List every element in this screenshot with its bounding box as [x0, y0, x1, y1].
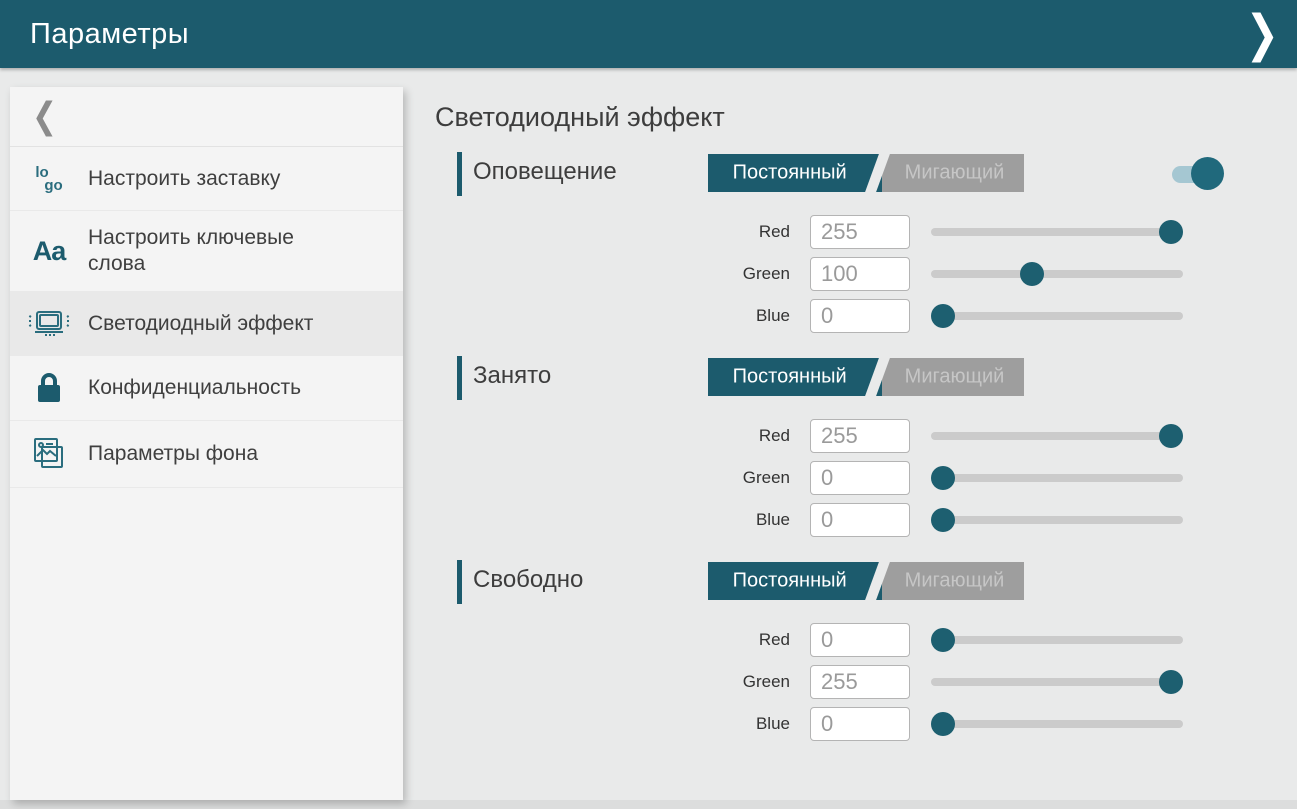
section-accent-bar — [457, 560, 462, 604]
slider-track — [931, 720, 1183, 728]
channel-label: Red — [435, 426, 790, 446]
blue-value-input[interactable] — [810, 503, 910, 537]
slider-thumb[interactable] — [931, 466, 955, 490]
rgb-row-blue: Blue — [435, 703, 1297, 745]
slider-track — [931, 228, 1183, 236]
sidebar-item-label: Настроить заставку — [88, 166, 288, 192]
mode-segmented-control: Мигающий Постоянный — [708, 154, 1024, 192]
sidebar-item-led-effect[interactable]: Светодиодный эффект — [10, 292, 403, 356]
section-busy: Занято Мигающий Постоянный Red Green — [435, 355, 1297, 541]
notification-led-toggle[interactable] — [1172, 156, 1228, 192]
mode-option-constant[interactable]: Постоянный — [708, 562, 882, 600]
slider-track — [931, 312, 1183, 320]
green-value-input[interactable] — [810, 461, 910, 495]
mode-segmented-control: Мигающий Постоянный — [708, 562, 1024, 600]
slider-thumb[interactable] — [931, 304, 955, 328]
section-label: Оповещение — [473, 158, 617, 186]
section-accent-bar — [457, 356, 462, 400]
green-value-input[interactable] — [810, 665, 910, 699]
green-slider[interactable] — [931, 463, 1183, 493]
keywords-icon: Aa — [10, 236, 88, 267]
lock-icon — [10, 370, 88, 406]
slider-track — [931, 636, 1183, 644]
rgb-row-blue: Blue — [435, 295, 1297, 337]
channel-label: Green — [435, 264, 790, 284]
channel-label: Red — [435, 222, 790, 242]
slider-thumb[interactable] — [1020, 262, 1044, 286]
channel-label: Green — [435, 468, 790, 488]
green-slider[interactable] — [931, 667, 1183, 697]
green-value-input[interactable] — [810, 257, 910, 291]
toggle-thumb — [1191, 157, 1224, 190]
channel-label: Blue — [435, 306, 790, 326]
blue-slider[interactable] — [931, 709, 1183, 739]
sidebar: ❮ lo go Настроить заставку Aa Настроить … — [10, 87, 403, 800]
rgb-row-green: Green — [435, 661, 1297, 703]
rgb-row-blue: Blue — [435, 499, 1297, 541]
red-slider[interactable] — [931, 421, 1183, 451]
channel-label: Blue — [435, 510, 790, 530]
rgb-row-red: Red — [435, 415, 1297, 457]
section-notification: Оповещение Мигающий Постоянный Red Green — [435, 151, 1297, 337]
slider-thumb[interactable] — [1159, 670, 1183, 694]
slider-thumb[interactable] — [931, 628, 955, 652]
blue-value-input[interactable] — [810, 299, 910, 333]
red-value-input[interactable] — [810, 419, 910, 453]
slider-track — [931, 270, 1183, 278]
sidebar-item-label: Светодиодный эффект — [88, 311, 321, 337]
red-value-input[interactable] — [810, 623, 910, 657]
section-free: Свободно Мигающий Постоянный Red Green — [435, 559, 1297, 745]
sidebar-item-privacy[interactable]: Конфиденциальность — [10, 356, 403, 421]
background-images-icon — [10, 435, 88, 473]
led-screen-icon — [10, 307, 88, 341]
sidebar-item-keywords[interactable]: Aa Настроить ключевые слова — [10, 211, 403, 292]
rgb-row-red: Red — [435, 211, 1297, 253]
bottom-edge-shadow — [0, 800, 1297, 809]
channel-label: Green — [435, 672, 790, 692]
blue-value-input[interactable] — [810, 707, 910, 741]
red-value-input[interactable] — [810, 215, 910, 249]
main-panel: Светодиодный эффект Оповещение Мигающий … — [435, 68, 1297, 800]
slider-thumb[interactable] — [1159, 424, 1183, 448]
sidebar-collapse-button[interactable]: ❮ — [10, 87, 403, 147]
slider-track — [931, 432, 1183, 440]
logo-icon: lo go — [10, 166, 88, 192]
rgb-row-green: Green — [435, 457, 1297, 499]
red-slider[interactable] — [931, 217, 1183, 247]
sidebar-item-screensaver[interactable]: lo go Настроить заставку — [10, 147, 403, 211]
channel-label: Blue — [435, 714, 790, 734]
red-slider[interactable] — [931, 625, 1183, 655]
sidebar-item-background[interactable]: Параметры фона — [10, 421, 403, 488]
section-accent-bar — [457, 152, 462, 196]
blue-slider[interactable] — [931, 301, 1183, 331]
slider-track — [931, 474, 1183, 482]
slider-track — [931, 516, 1183, 524]
sidebar-item-label: Конфиденциальность — [88, 375, 309, 401]
page-title: Параметры — [30, 18, 189, 51]
section-label: Свободно — [473, 566, 583, 594]
mode-option-constant[interactable]: Постоянный — [708, 358, 882, 396]
sidebar-item-label: Настроить ключевые слова — [88, 225, 318, 277]
slider-track — [931, 678, 1183, 686]
slider-thumb[interactable] — [931, 712, 955, 736]
app-header: Параметры ❯ — [0, 0, 1297, 68]
rgb-row-red: Red — [435, 619, 1297, 661]
channel-label: Red — [435, 630, 790, 650]
slider-thumb[interactable] — [931, 508, 955, 532]
rgb-row-green: Green — [435, 253, 1297, 295]
sidebar-item-label: Параметры фона — [88, 441, 266, 467]
blue-slider[interactable] — [931, 505, 1183, 535]
chevron-right-icon[interactable]: ❯ — [1245, 4, 1279, 64]
mode-segmented-control: Мигающий Постоянный — [708, 358, 1024, 396]
green-slider[interactable] — [931, 259, 1183, 289]
slider-thumb[interactable] — [1159, 220, 1183, 244]
mode-option-constant[interactable]: Постоянный — [708, 154, 882, 192]
chevron-left-icon: ❮ — [32, 96, 57, 138]
section-label: Занято — [473, 362, 551, 390]
content-title: Светодиодный эффект — [435, 102, 1297, 133]
